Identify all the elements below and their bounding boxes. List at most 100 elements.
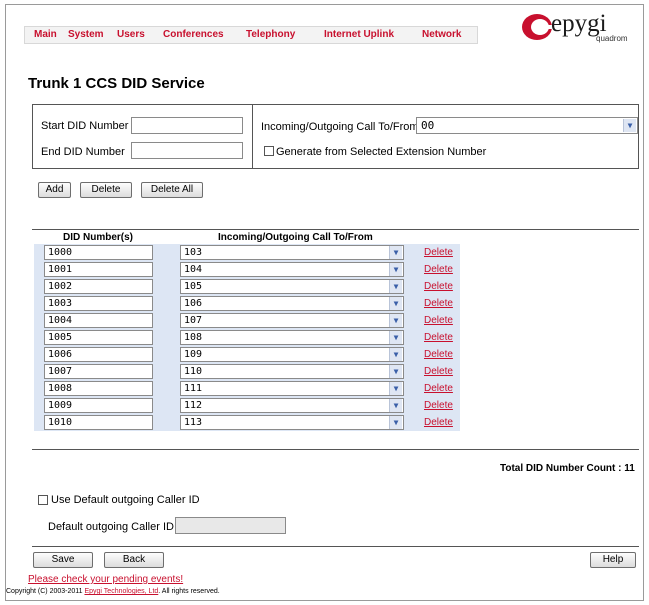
callto-row-value: 111: [184, 383, 203, 394]
nav-internet-uplink[interactable]: Internet Uplink: [324, 29, 394, 40]
callto-label: Incoming/Outgoing Call To/From: [261, 121, 419, 133]
callto-row-value: 110: [184, 366, 203, 377]
use-default-caller-id-checkbox[interactable]: [38, 495, 48, 505]
nav-network[interactable]: Network: [422, 29, 461, 40]
logo-swirl-icon: [522, 14, 552, 40]
nav-users[interactable]: Users: [117, 29, 145, 40]
did-input[interactable]: 1005: [44, 330, 153, 345]
callto-row-value: 109: [184, 349, 203, 360]
chevron-down-icon: ▼: [389, 297, 402, 310]
use-default-caller-id-label: Use Default outgoing Caller ID: [51, 494, 200, 506]
col-did-header: DID Number(s): [63, 232, 134, 243]
callto-row-value: 103: [184, 247, 203, 258]
pending-events-link[interactable]: Please check your pending events!: [28, 574, 183, 585]
did-input[interactable]: 1003: [44, 296, 153, 311]
callto-row-value: 106: [184, 298, 203, 309]
table-top-rule: [32, 229, 639, 230]
callto-row-select[interactable]: 113 ▼: [180, 415, 404, 430]
page-title: Trunk 1 CCS DID Service: [28, 75, 205, 92]
nav-main[interactable]: Main: [34, 29, 57, 40]
table-bottom-rule: [32, 449, 639, 450]
copyright-prefix: Copyright (C) 2003-2011: [6, 588, 85, 595]
delete-button[interactable]: Delete: [80, 182, 132, 198]
chevron-down-icon: ▼: [389, 280, 402, 293]
default-caller-id-label: Default outgoing Caller ID: [48, 521, 174, 533]
row-delete-link[interactable]: Delete: [424, 366, 453, 377]
end-did-label: End DID Number: [41, 146, 125, 158]
row-delete-link[interactable]: Delete: [424, 247, 453, 258]
top-nav: Main System Users Conferences Telephony …: [24, 26, 478, 44]
callto-row-select[interactable]: 110 ▼: [180, 364, 404, 379]
generate-label: Generate from Selected Extension Number: [276, 146, 487, 158]
help-button[interactable]: Help: [590, 552, 636, 568]
form-divider: [252, 104, 253, 169]
callto-row-select[interactable]: 111 ▼: [180, 381, 404, 396]
chevron-down-icon: ▼: [389, 263, 402, 276]
row-delete-link[interactable]: Delete: [424, 315, 453, 326]
delete-all-button[interactable]: Delete All: [141, 182, 203, 198]
nav-conferences[interactable]: Conferences: [163, 29, 224, 40]
did-input[interactable]: 1004: [44, 313, 153, 328]
row-delete-link[interactable]: Delete: [424, 281, 453, 292]
copyright: Copyright (C) 2003-2011 Epygi Technologi…: [6, 588, 220, 595]
did-input[interactable]: 1001: [44, 262, 153, 277]
callto-row-select[interactable]: 103 ▼: [180, 245, 404, 260]
end-did-input[interactable]: [131, 142, 243, 159]
callto-row-select[interactable]: 108 ▼: [180, 330, 404, 345]
callto-row-value: 104: [184, 264, 203, 275]
callto-row-value: 105: [184, 281, 203, 292]
callto-row-value: 113: [184, 417, 203, 428]
chevron-down-icon: ▼: [389, 416, 402, 429]
back-button[interactable]: Back: [104, 552, 164, 568]
callto-row-value: 112: [184, 400, 203, 411]
epygi-logo: epygi quadrom: [521, 10, 633, 46]
chevron-down-icon: ▼: [389, 314, 402, 327]
did-input[interactable]: 1008: [44, 381, 153, 396]
row-delete-link[interactable]: Delete: [424, 383, 453, 394]
callto-row-select[interactable]: 107 ▼: [180, 313, 404, 328]
did-input[interactable]: 1010: [44, 415, 153, 430]
callto-row-select[interactable]: 105 ▼: [180, 279, 404, 294]
did-input[interactable]: 1007: [44, 364, 153, 379]
callto-row-select[interactable]: 106 ▼: [180, 296, 404, 311]
generate-checkbox[interactable]: [264, 146, 274, 156]
callto-row-select[interactable]: 112 ▼: [180, 398, 404, 413]
footer-rule: [32, 546, 639, 547]
start-did-input[interactable]: [131, 117, 243, 134]
chevron-down-icon: ▼: [389, 246, 402, 259]
row-delete-link[interactable]: Delete: [424, 298, 453, 309]
copyright-suffix: . All rights reserved.: [158, 588, 220, 595]
chevron-down-icon: ▼: [389, 348, 402, 361]
company-link[interactable]: Epygi Technologies, Ltd: [84, 588, 158, 595]
row-delete-link[interactable]: Delete: [424, 400, 453, 411]
did-input[interactable]: 1009: [44, 398, 153, 413]
chevron-down-icon: ▼: [389, 365, 402, 378]
row-delete-link[interactable]: Delete: [424, 349, 453, 360]
callto-row-value: 108: [184, 332, 203, 343]
chevron-down-icon: ▼: [623, 119, 636, 132]
row-delete-link[interactable]: Delete: [424, 417, 453, 428]
did-input[interactable]: 1000: [44, 245, 153, 260]
did-range-form: [32, 104, 639, 169]
did-input[interactable]: 1002: [44, 279, 153, 294]
total-count: Total DID Number Count : 11: [500, 463, 635, 474]
callto-select-value: 00: [421, 119, 435, 132]
chevron-down-icon: ▼: [389, 382, 402, 395]
callto-row-select[interactable]: 109 ▼: [180, 347, 404, 362]
callto-select[interactable]: 00 ▼: [416, 117, 638, 134]
add-button[interactable]: Add: [38, 182, 71, 198]
callto-row-value: 107: [184, 315, 203, 326]
row-delete-link[interactable]: Delete: [424, 332, 453, 343]
start-did-label: Start DID Number: [41, 120, 129, 132]
nav-system[interactable]: System: [68, 29, 104, 40]
did-input[interactable]: 1006: [44, 347, 153, 362]
row-delete-link[interactable]: Delete: [424, 264, 453, 275]
col-callto-header: Incoming/Outgoing Call To/From: [218, 232, 373, 243]
logo-subtitle: quadrom: [596, 34, 628, 43]
chevron-down-icon: ▼: [389, 331, 402, 344]
default-caller-id-input[interactable]: [175, 517, 286, 534]
save-button[interactable]: Save: [33, 552, 93, 568]
callto-row-select[interactable]: 104 ▼: [180, 262, 404, 277]
nav-telephony[interactable]: Telephony: [246, 29, 295, 40]
chevron-down-icon: ▼: [389, 399, 402, 412]
